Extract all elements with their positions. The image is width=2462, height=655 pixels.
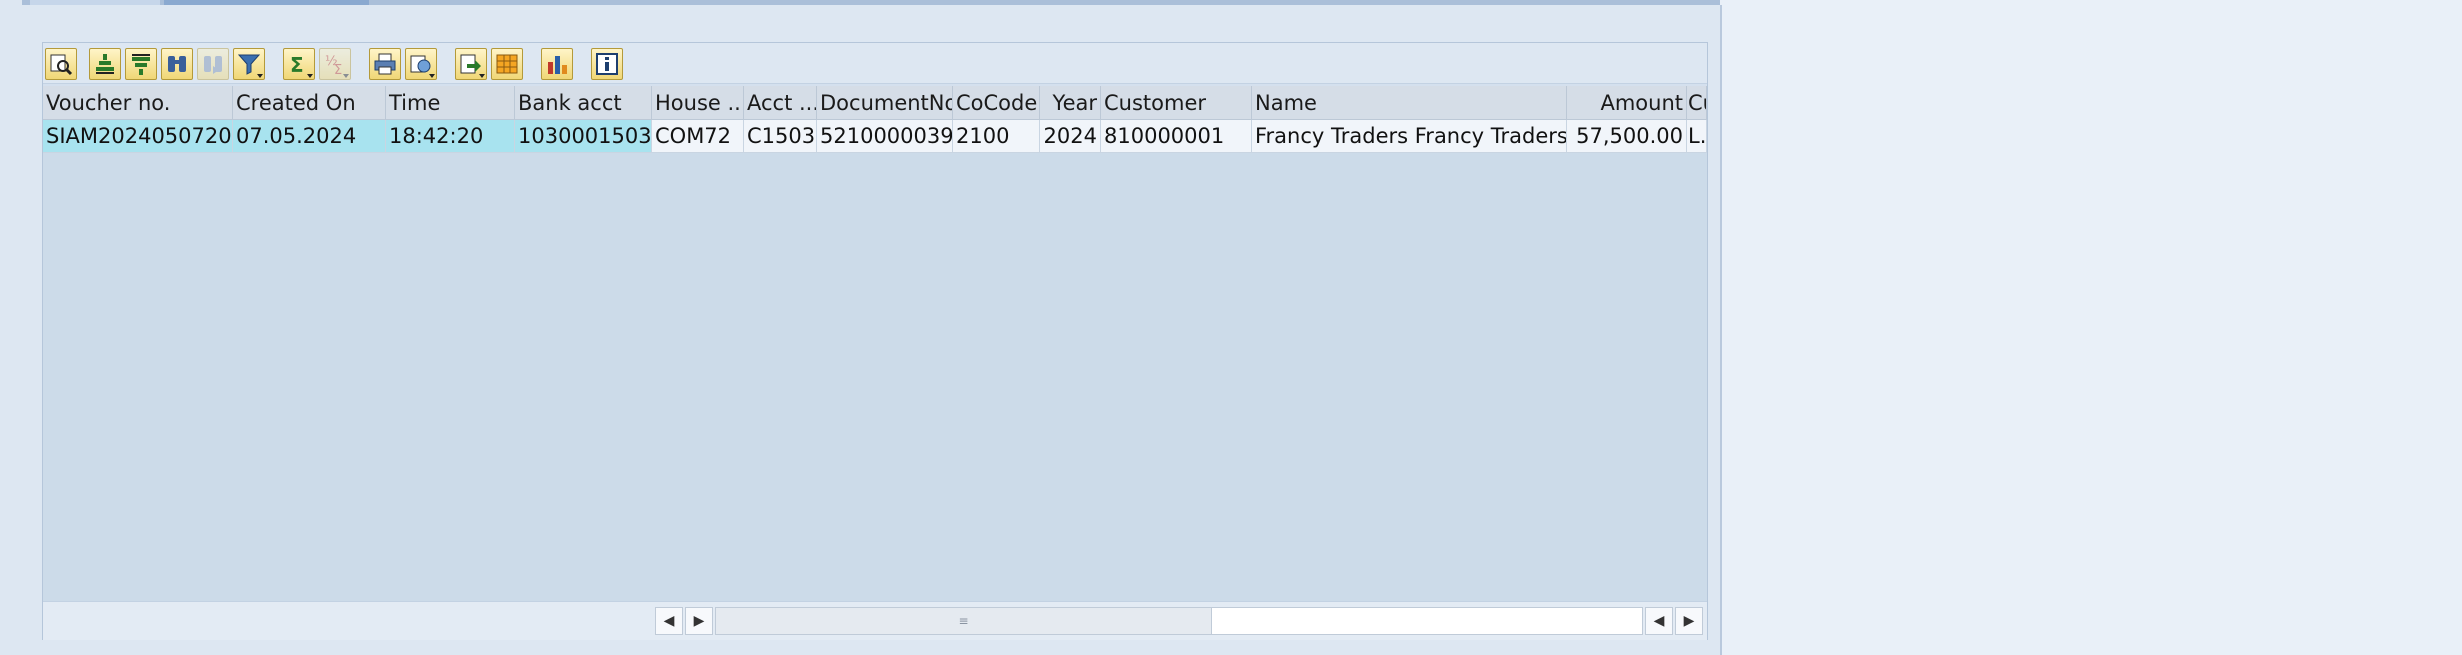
column-header-row: Voucher no. Created On Time Bank acct Ho… — [43, 86, 1707, 120]
subtotal-button[interactable]: ½Σ — [319, 48, 351, 80]
find-next-icon — [204, 56, 222, 74]
svg-text:Σ: Σ — [290, 53, 304, 76]
cell-cocode[interactable]: 2100 — [953, 120, 1040, 153]
views-button[interactable] — [405, 48, 437, 80]
data-grid: Voucher no. Created On Time Bank acct Ho… — [43, 86, 1707, 601]
column-header[interactable]: House ... — [652, 86, 744, 120]
find-next-button[interactable] — [197, 48, 229, 80]
column-header[interactable]: Time — [386, 86, 515, 120]
alv-toolbar: Σ ½Σ — [43, 43, 1707, 84]
sort-descending-button[interactable] — [125, 48, 157, 80]
find-button[interactable] — [161, 48, 193, 80]
cell-created-on[interactable]: 07.05.2024 — [233, 120, 386, 153]
export-dropdown-arrow — [479, 74, 485, 78]
info-icon — [596, 53, 618, 75]
alv-grid-container: Σ ½Σ Voucher no. Created On Time Bank ac… — [42, 42, 1708, 640]
scroll-page-left-icon[interactable]: ◀ — [1645, 607, 1673, 635]
details-icon — [50, 54, 73, 76]
column-header[interactable]: Voucher no. — [43, 86, 233, 120]
sort-ascending-button[interactable] — [89, 48, 121, 80]
sort-descending-icon — [132, 54, 150, 75]
horizontal-scrollbar[interactable]: ◀ ▶ ≡ ◀ ▶ — [43, 601, 1707, 640]
cell-document-no[interactable]: 5210000039 — [817, 120, 953, 153]
filter-dropdown-arrow — [257, 74, 263, 78]
cell-currency[interactable]: L... — [1687, 120, 1707, 153]
filter-icon — [237, 54, 261, 75]
column-header[interactable]: Cu — [1687, 86, 1707, 120]
views-dropdown-arrow — [429, 74, 435, 78]
export-icon — [460, 54, 481, 74]
content-panel: Σ ½Σ Voucher no. Created On Time Bank ac… — [22, 5, 1722, 655]
cell-house-bank[interactable]: COM72 — [652, 120, 744, 153]
scroll-page-right-icon[interactable]: ▶ — [1675, 607, 1703, 635]
subtotal-dropdown-arrow — [343, 74, 349, 78]
cell-amount[interactable]: 57,500.00 — [1567, 120, 1687, 153]
chart-button[interactable] — [541, 48, 573, 80]
export-button[interactable] — [455, 48, 487, 80]
cell-name[interactable]: Francy Traders Francy Traders — [1252, 120, 1567, 153]
cell-year[interactable]: 2024 — [1040, 120, 1101, 153]
filter-button[interactable] — [233, 48, 265, 80]
left-frame — [0, 0, 22, 655]
column-header[interactable]: Amount — [1567, 86, 1687, 120]
layout-button[interactable] — [491, 48, 523, 80]
column-header[interactable]: DocumentNo — [817, 86, 953, 120]
cell-bank-acct[interactable]: 1030001503 — [515, 120, 652, 153]
column-header[interactable]: Name — [1252, 86, 1567, 120]
table-row[interactable]: SIAM2024050720 07.05.2024 18:42:20 10300… — [43, 120, 1707, 153]
cell-time[interactable]: 18:42:20 — [386, 120, 515, 153]
details-button[interactable] — [45, 48, 77, 80]
chart-icon — [548, 56, 567, 74]
column-header[interactable]: Created On — [233, 86, 386, 120]
column-header[interactable]: Bank acct — [515, 86, 652, 120]
info-button[interactable] — [591, 48, 623, 80]
total-icon: Σ — [290, 53, 304, 76]
svg-text:Σ: Σ — [334, 63, 342, 76]
scroll-track[interactable]: ≡ — [715, 607, 1643, 635]
total-button[interactable]: Σ — [283, 48, 315, 80]
column-header[interactable]: Customer — [1101, 86, 1252, 120]
cell-voucher-no[interactable]: SIAM2024050720 — [43, 120, 233, 153]
column-header[interactable]: CoCode — [953, 86, 1040, 120]
print-button[interactable] — [369, 48, 401, 80]
cell-customer[interactable]: 810000001 — [1101, 120, 1252, 153]
find-icon — [168, 56, 186, 72]
column-header[interactable]: Year — [1040, 86, 1101, 120]
views-icon — [410, 55, 431, 73]
scroll-thumb[interactable]: ≡ — [716, 608, 1212, 634]
print-icon — [374, 53, 396, 75]
subtotal-icon: ½Σ — [325, 54, 342, 76]
layout-icon — [496, 54, 518, 74]
scroll-left-icon[interactable]: ◀ — [655, 607, 683, 635]
sort-ascending-icon — [96, 54, 114, 74]
scroll-right-icon[interactable]: ▶ — [685, 607, 713, 635]
total-dropdown-arrow — [307, 74, 313, 78]
cell-acct-id[interactable]: C1503 — [744, 120, 817, 153]
column-header[interactable]: Acct ... — [744, 86, 817, 120]
